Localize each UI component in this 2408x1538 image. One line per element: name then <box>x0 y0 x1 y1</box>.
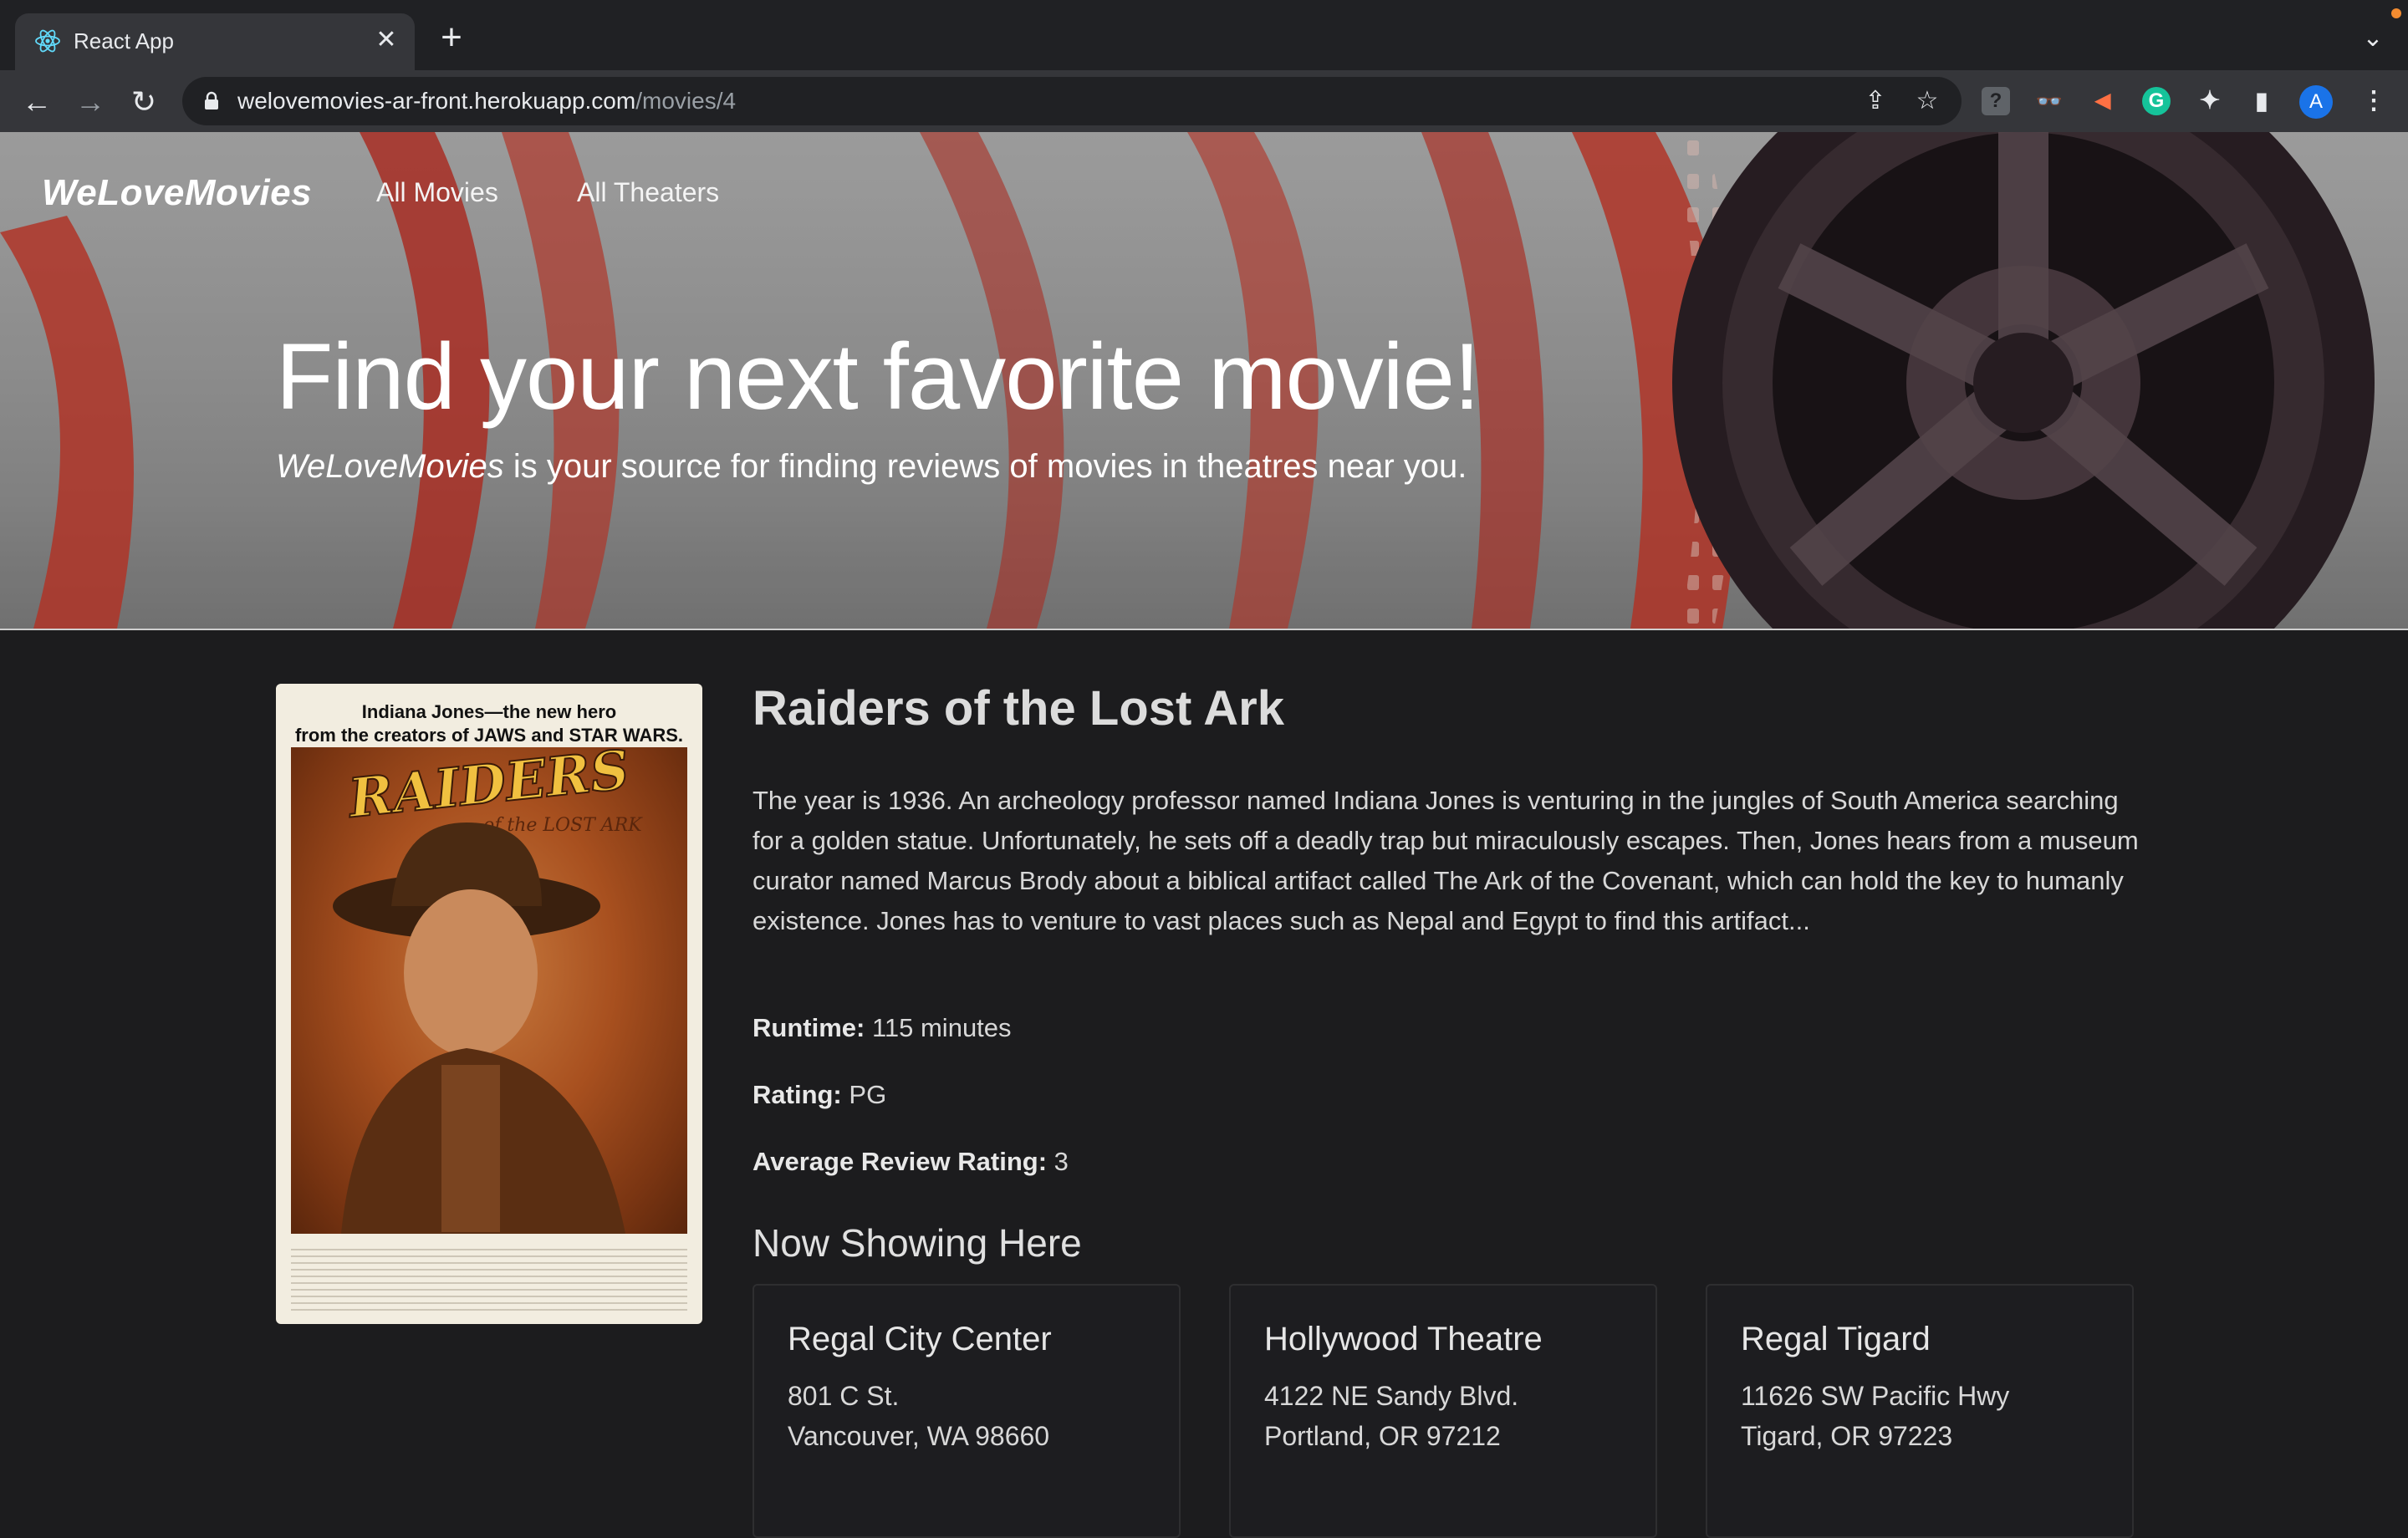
theater-address: 11626 SW Pacific Hwy Tigard, OR 97223 <box>1741 1381 2010 1451</box>
address-bar[interactable]: welovemovies-ar-front.herokuapp.com/movi… <box>182 77 1962 125</box>
theater-name: Hollywood Theatre <box>1264 1321 1543 1357</box>
back-icon[interactable]: ← <box>18 84 55 120</box>
theater-card[interactable]: Hollywood Theatre 4122 NE Sandy Blvd. Po… <box>1229 1284 1657 1538</box>
poster-artwork: RAIDERS of the LOST ARK <box>291 738 687 1234</box>
theater-name: Regal Tigard <box>1741 1321 1931 1357</box>
theater-card[interactable]: Regal City Center 801 C St. Vancouver, W… <box>752 1284 1181 1538</box>
update-indicator <box>2391 8 2401 18</box>
movie-title: Raiders of the Lost Ark <box>752 681 1284 736</box>
theater-address: 4122 NE Sandy Blvd. Portland, OR 97212 <box>1264 1381 1519 1451</box>
react-icon <box>35 29 60 53</box>
movie-description: The year is 1936. An archeology professo… <box>752 786 2139 935</box>
profile-avatar[interactable]: A <box>2299 85 2333 119</box>
hero-banner: WeLoveMovies All Movies All Theaters Fin… <box>0 132 2408 630</box>
lock-icon <box>205 91 218 109</box>
movie-poster: Indiana Jones—the new hero from the crea… <box>276 684 702 1324</box>
spy-extension-icon[interactable]: 👓 <box>2035 87 2064 115</box>
theater-name: Regal City Center <box>788 1321 1052 1357</box>
theater-card[interactable]: Regal Tigard 11626 SW Pacific Hwy Tigard… <box>1706 1284 2134 1538</box>
close-tab-icon[interactable]: ✕ <box>371 25 401 55</box>
runtime: Runtime: 115 minutes <box>752 1013 1012 1042</box>
new-tab-icon[interactable]: + <box>435 19 468 56</box>
extensions-puzzle-icon[interactable]: ✦ <box>2196 87 2224 115</box>
hero-subtitle: WeLoveMovies is your source for finding … <box>276 448 1467 485</box>
now-showing-heading: Now Showing Here <box>752 1221 1082 1265</box>
reload-icon[interactable]: ↻ <box>125 84 162 120</box>
side-panel-icon[interactable]: ▮ <box>2247 87 2276 115</box>
menu-kebab-icon[interactable]: ⋮ <box>2360 87 2388 115</box>
nav-all-theaters[interactable]: All Theaters <box>577 177 719 208</box>
grammarly-icon[interactable]: G <box>2142 87 2171 115</box>
forward-icon[interactable]: → <box>72 84 109 120</box>
hero-title: Find your next favorite movie! <box>276 324 1480 429</box>
poster-credits <box>291 1244 687 1311</box>
help-extension-icon[interactable]: ? <box>1982 87 2010 115</box>
brand-logo[interactable]: WeLoveMovies <box>42 172 312 214</box>
tab-title: React App <box>74 28 174 53</box>
browser-tabstrip: React App ✕ + ⌄ <box>0 0 2408 70</box>
url-text: welovemovies-ar-front.herokuapp.com/movi… <box>237 88 737 114</box>
rating: Rating: PG <box>752 1080 887 1109</box>
browser-toolbar: ← → ↻ welovemovies-ar-front.herokuapp.co… <box>0 70 2408 132</box>
poster-tagline: Indiana Jones—the new hero from the crea… <box>294 701 684 746</box>
megaphone-extension-icon[interactable]: ◀ <box>2089 87 2117 115</box>
theater-address: 801 C St. Vancouver, WA 98660 <box>788 1381 1050 1451</box>
nav-all-movies[interactable]: All Movies <box>376 177 498 208</box>
share-icon[interactable]: ⇪ <box>1860 85 1891 117</box>
bookmark-star-icon[interactable]: ☆ <box>1911 85 1943 117</box>
browser-tab[interactable]: React App ✕ <box>15 13 415 70</box>
tab-search-icon[interactable]: ⌄ <box>2358 23 2388 53</box>
average-review-rating: Average Review Rating: 3 <box>752 1147 1069 1176</box>
